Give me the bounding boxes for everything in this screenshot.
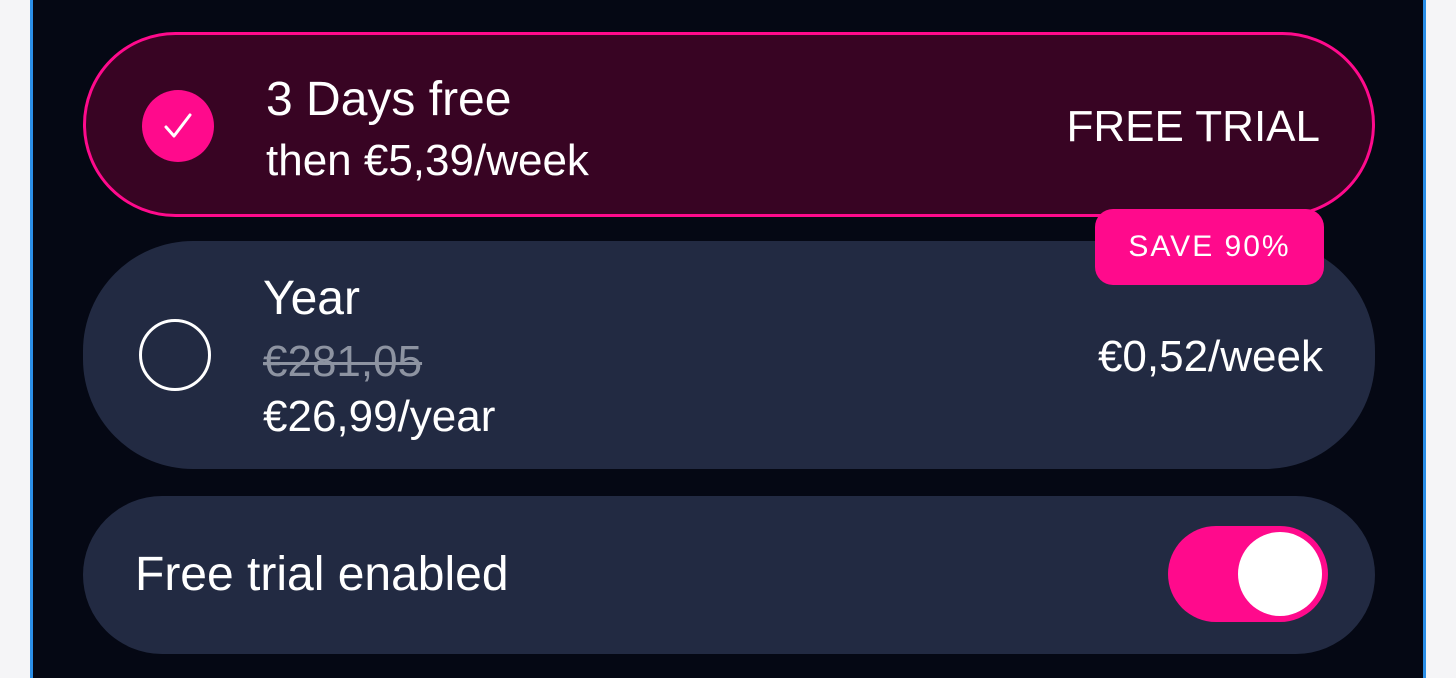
free-trial-switch[interactable]	[1168, 526, 1328, 622]
plan-price: €26,99/year	[263, 392, 496, 441]
unselected-radio[interactable]	[139, 319, 211, 391]
selected-radio[interactable]	[142, 90, 214, 162]
free-trial-toggle-label: Free trial enabled	[135, 548, 509, 601]
weekly-price: €0,52/week	[1097, 332, 1323, 381]
plan-title: 3 Days free	[266, 73, 512, 126]
free-trial-toggle-row: Free trial enabled	[83, 496, 1375, 654]
save-badge: SAVE 90%	[1095, 209, 1324, 285]
checkmark-icon	[164, 113, 192, 138]
original-price: €281,05	[263, 337, 423, 386]
paywall-screen: 3 Days free then €5,39/week FREE TRIAL Y…	[30, 0, 1426, 678]
free-trial-label: FREE TRIAL	[1066, 102, 1320, 151]
plan-title: Year	[263, 272, 360, 325]
switch-knob	[1238, 532, 1322, 616]
plan-option-free-trial[interactable]: 3 Days free then €5,39/week FREE TRIAL	[83, 32, 1375, 217]
plan-subtitle: then €5,39/week	[266, 136, 589, 185]
